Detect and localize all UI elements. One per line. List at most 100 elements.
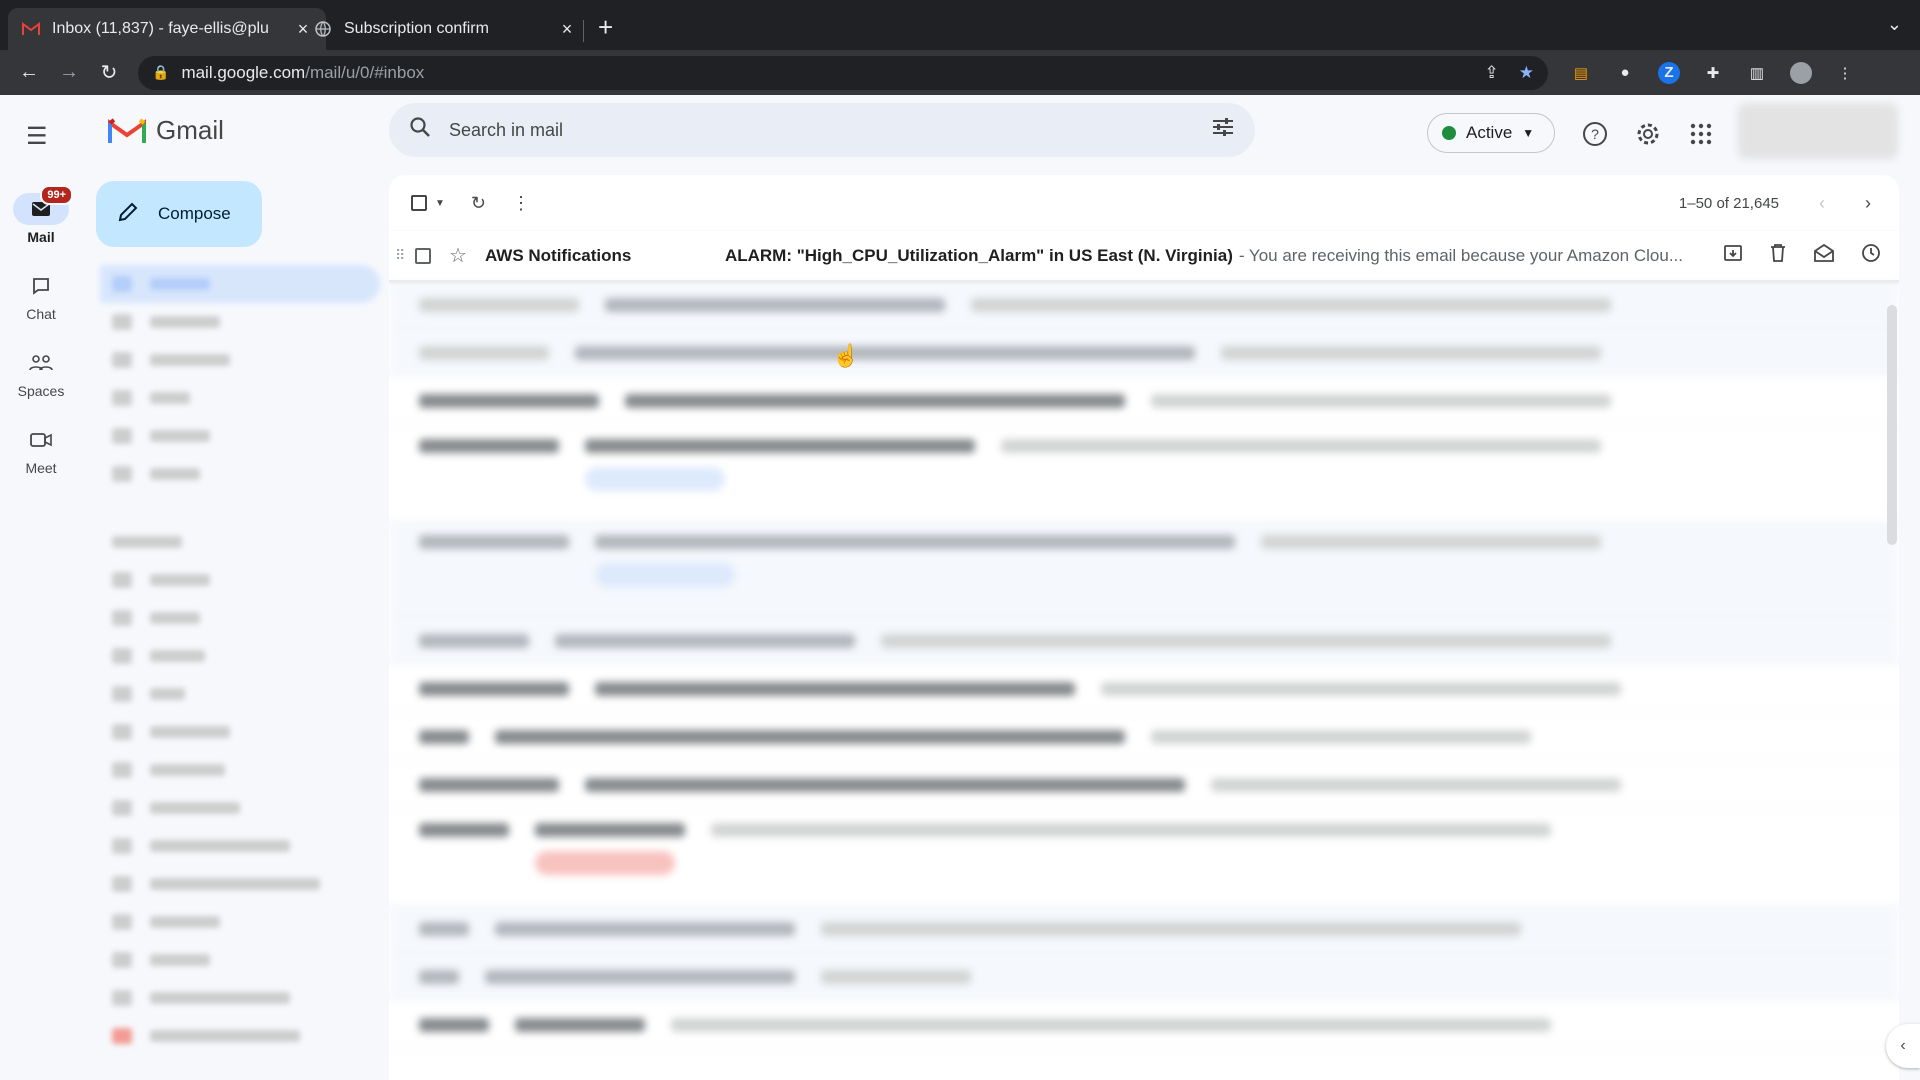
sidebar-item[interactable] bbox=[100, 341, 380, 379]
drag-handle-icon[interactable]: ⠿ bbox=[395, 247, 411, 264]
email-subject: ALARM: "High_CPU_Utilization_Alarm" in U… bbox=[724, 245, 1233, 265]
list-toolbar: ▼ ↻ ⋮ 1–50 of 21,645 ‹ › bbox=[389, 175, 1899, 231]
email-row[interactable] bbox=[389, 1001, 1899, 1049]
tab-subscription[interactable]: Subscription confirm × bbox=[300, 8, 590, 50]
newer-chevron-icon[interactable]: ‹ bbox=[1819, 193, 1825, 214]
sidebar-item[interactable] bbox=[100, 675, 380, 713]
star-icon[interactable]: ☆ bbox=[449, 243, 467, 268]
bookmark-star-icon[interactable]: ★ bbox=[1519, 63, 1534, 83]
sidebar-item[interactable] bbox=[100, 561, 380, 599]
pencil-icon bbox=[116, 200, 140, 229]
rail-item-mail[interactable]: 99+ Mail bbox=[0, 185, 82, 245]
email-row[interactable] bbox=[389, 329, 1899, 377]
sidebar-item[interactable] bbox=[100, 979, 380, 1017]
profile-avatar-icon[interactable] bbox=[1790, 61, 1812, 84]
scrollbar-thumb[interactable] bbox=[1887, 305, 1897, 545]
sidebar-item[interactable] bbox=[100, 1017, 380, 1055]
sidebar-section bbox=[100, 523, 380, 561]
sidebar-item[interactable] bbox=[100, 417, 380, 455]
account-avatar-blurred[interactable] bbox=[1738, 103, 1898, 159]
back-arrow-icon[interactable]: ← bbox=[12, 56, 46, 90]
archive-icon[interactable] bbox=[1723, 243, 1743, 268]
mail-icon: 99+ bbox=[13, 185, 73, 225]
video-camera-icon bbox=[13, 424, 69, 456]
forward-arrow-icon[interactable]: → bbox=[52, 56, 86, 90]
unread-badge: 99+ bbox=[40, 185, 73, 205]
search-input[interactable]: Search in mail bbox=[449, 120, 1211, 141]
email-row[interactable] bbox=[389, 953, 1899, 1001]
email-row[interactable] bbox=[389, 905, 1899, 953]
rail-label: Mail bbox=[27, 229, 55, 245]
mark-read-envelope-icon[interactable] bbox=[1813, 243, 1835, 268]
app-rail: ☰ 99+ Mail Chat Spaces Meet bbox=[0, 95, 82, 1080]
extension-z-icon[interactable]: Z bbox=[1658, 61, 1680, 84]
email-row[interactable] bbox=[389, 617, 1899, 665]
sidebar-item[interactable] bbox=[100, 865, 380, 903]
search-bar[interactable]: Search in mail bbox=[389, 103, 1255, 157]
sidebar-item[interactable] bbox=[100, 751, 380, 789]
extensions-puzzle-icon[interactable]: ✚ bbox=[1702, 62, 1724, 84]
reload-icon[interactable]: ↻ bbox=[92, 56, 126, 90]
email-row[interactable] bbox=[389, 809, 1899, 905]
sidebar-item[interactable] bbox=[100, 379, 380, 417]
email-row[interactable] bbox=[389, 665, 1899, 713]
sidebar-item[interactable] bbox=[100, 713, 380, 751]
tab-inbox[interactable]: Inbox (11,837) - faye-ellis@plu × bbox=[8, 8, 326, 50]
rail-item-meet[interactable]: Meet bbox=[0, 424, 82, 476]
caret-down-icon[interactable]: ▼ bbox=[435, 198, 445, 209]
sidebar-item[interactable] bbox=[100, 455, 380, 493]
url-host: mail.google.com bbox=[181, 62, 306, 82]
sidebar-item[interactable] bbox=[100, 827, 380, 865]
email-row[interactable] bbox=[389, 521, 1899, 617]
email-row[interactable] bbox=[389, 377, 1899, 425]
email-row[interactable] bbox=[389, 761, 1899, 809]
side-panel-icon[interactable]: ▥ bbox=[1746, 62, 1768, 84]
sidebar-item[interactable] bbox=[100, 303, 380, 341]
rail-label: Chat bbox=[26, 306, 56, 322]
tab-search-chevron-icon[interactable]: ⌄ bbox=[1887, 14, 1902, 35]
email-row[interactable] bbox=[389, 281, 1899, 329]
share-icon[interactable]: ⇪ bbox=[1485, 63, 1499, 83]
search-options-icon[interactable] bbox=[1211, 117, 1235, 143]
apps-grid-icon[interactable] bbox=[1688, 121, 1714, 147]
gmail-logo[interactable]: Gmail bbox=[108, 115, 224, 146]
rail-item-spaces[interactable]: Spaces bbox=[0, 347, 82, 399]
new-tab-icon[interactable]: + bbox=[598, 14, 613, 40]
help-icon[interactable]: ? bbox=[1582, 121, 1608, 147]
email-row[interactable] bbox=[389, 425, 1899, 521]
sidebar-item[interactable] bbox=[100, 903, 380, 941]
address-bar[interactable]: 🔒 mail.google.com/mail/u/0/#inbox ⇪ ★ bbox=[138, 55, 1548, 90]
refresh-icon[interactable]: ↻ bbox=[471, 193, 486, 214]
extension-clipboard-icon[interactable]: ▤ bbox=[1570, 62, 1592, 84]
compose-label: Compose bbox=[158, 204, 231, 223]
sidebar-item[interactable] bbox=[100, 599, 380, 637]
blurred-email-rows bbox=[389, 281, 1899, 1049]
more-vert-icon[interactable]: ⋮ bbox=[512, 193, 530, 214]
search-icon[interactable] bbox=[409, 116, 431, 144]
extension-circle-icon[interactable]: ● bbox=[1614, 62, 1636, 84]
settings-gear-icon[interactable] bbox=[1635, 121, 1661, 147]
globe-icon bbox=[314, 20, 332, 38]
rail-label: Spaces bbox=[17, 383, 65, 399]
pointer-hand-icon: ☝ bbox=[832, 343, 860, 368]
older-chevron-icon[interactable]: › bbox=[1865, 193, 1871, 214]
sidebar-item[interactable] bbox=[100, 265, 380, 303]
rail-item-chat[interactable]: Chat bbox=[0, 270, 82, 322]
compose-button[interactable]: Compose bbox=[96, 181, 262, 247]
email-row-focused[interactable]: ⠿ ☆ AWS Notifications ALARM: "High_CPU_U… bbox=[389, 231, 1899, 281]
pagination: 1–50 of 21,645 ‹ › bbox=[1679, 193, 1871, 214]
email-row[interactable] bbox=[389, 713, 1899, 761]
main-menu-icon[interactable]: ☰ bbox=[26, 122, 48, 151]
close-tab-icon[interactable]: × bbox=[558, 19, 576, 40]
delete-trash-icon[interactable] bbox=[1769, 243, 1787, 268]
sidebar-item[interactable] bbox=[100, 941, 380, 979]
sidebar-item[interactable] bbox=[100, 789, 380, 827]
browser-tab-strip: Inbox (11,837) - faye-ellis@plu × Subscr… bbox=[0, 0, 1920, 50]
sidebar-item[interactable] bbox=[100, 637, 380, 675]
caret-down-icon: ▼ bbox=[1522, 126, 1535, 140]
select-all-checkbox[interactable]: ▼ bbox=[411, 195, 445, 211]
snooze-clock-icon[interactable] bbox=[1861, 243, 1881, 268]
chrome-menu-icon[interactable]: ⋮ bbox=[1834, 62, 1856, 84]
row-checkbox[interactable] bbox=[415, 247, 431, 264]
status-dropdown[interactable]: Active ▼ bbox=[1427, 113, 1555, 153]
